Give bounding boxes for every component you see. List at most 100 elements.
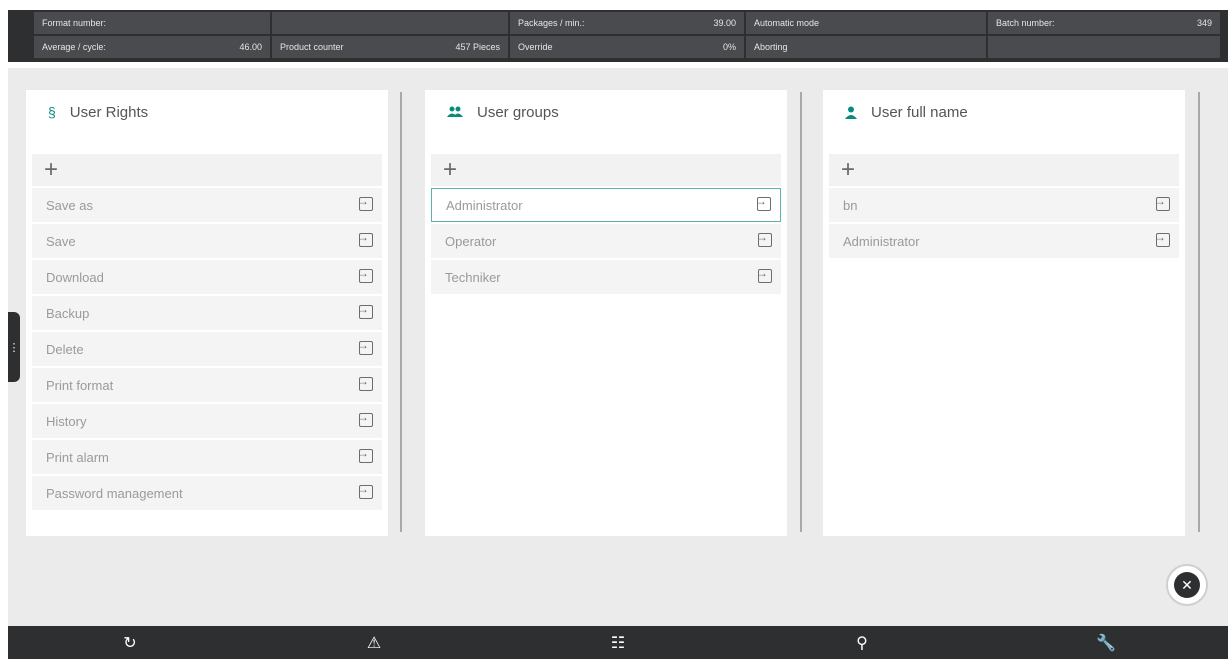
status-value: 349: [1196, 18, 1212, 28]
bottom-nav: ↻ ⚠ ☷ ⚲ 🔧: [8, 626, 1228, 659]
enter-icon[interactable]: [749, 266, 781, 286]
status-value: 0%: [722, 42, 736, 52]
nav-user-search-button[interactable]: ⚲: [740, 626, 984, 659]
list-item[interactable]: Save: [32, 224, 382, 258]
enter-icon[interactable]: [350, 338, 382, 358]
plus-icon: +: [44, 156, 59, 183]
item-label: History: [46, 413, 87, 429]
status-value: 457 Pieces: [455, 42, 500, 52]
wrench-icon: 🔧: [1096, 634, 1116, 652]
more-vertical-icon: ⋮: [8, 341, 20, 354]
list-item[interactable]: Backup: [32, 296, 382, 330]
list-item[interactable]: Techniker: [431, 260, 781, 294]
list-item[interactable]: bn: [829, 188, 1179, 222]
item-label: Print format: [46, 377, 114, 393]
users-icon: [447, 106, 463, 118]
enter-icon[interactable]: [350, 194, 382, 214]
user-groups-panel: User groups + Administrator Operator Tec…: [425, 90, 787, 536]
list-item[interactable]: Print format: [32, 368, 382, 402]
item-label: Delete: [46, 341, 84, 357]
panel-divider: [800, 92, 802, 532]
panel-divider: [1198, 92, 1200, 532]
enter-icon[interactable]: [749, 230, 781, 250]
enter-icon[interactable]: [1147, 194, 1179, 214]
list-item[interactable]: History: [32, 404, 382, 438]
nav-service-button[interactable]: 🔧: [984, 626, 1228, 659]
item-label: Operator: [445, 233, 497, 249]
item-label: Administrator: [446, 197, 523, 213]
status-aborting: Aborting: [746, 36, 986, 58]
status-empty-cell: [272, 12, 508, 34]
list-item[interactable]: Operator: [431, 224, 781, 258]
status-bar: Format number: Packages / min.: 39.00 Au…: [8, 10, 1228, 62]
status-override: Override 0%: [510, 36, 744, 58]
panel-header: § User Rights: [26, 90, 388, 134]
status-product-counter: Product counter 457 Pieces: [272, 36, 508, 58]
item-label: Download: [46, 269, 104, 285]
add-group-button[interactable]: +: [431, 154, 781, 186]
enter-icon[interactable]: [1147, 230, 1179, 250]
status-value: 39.00: [713, 18, 736, 28]
item-label: Save as: [46, 197, 93, 213]
list-item[interactable]: Download: [32, 260, 382, 294]
enter-icon[interactable]: [350, 230, 382, 250]
side-panel-handle[interactable]: ⋮: [8, 312, 20, 382]
item-label: Password management: [46, 485, 183, 501]
user-search-icon: ⚲: [856, 634, 868, 652]
status-packages-per-min: Packages / min.: 39.00: [510, 12, 744, 34]
list-item[interactable]: Delete: [32, 332, 382, 366]
enter-icon[interactable]: [350, 266, 382, 286]
sliders-icon: ☷: [610, 634, 626, 652]
section-icon: §: [48, 104, 56, 120]
list-item[interactable]: Administrator: [829, 224, 1179, 258]
status-batch-number: Batch number: 349: [988, 12, 1220, 34]
refresh-icon: ↻: [123, 634, 137, 652]
status-label: Average / cycle:: [42, 42, 106, 52]
enter-icon[interactable]: [350, 410, 382, 430]
panel-title: User Rights: [69, 103, 149, 121]
enter-icon[interactable]: [350, 446, 382, 466]
add-user-button[interactable]: +: [829, 154, 1179, 186]
panel-header: User full name: [823, 90, 1185, 134]
item-label: Backup: [46, 305, 90, 321]
panel-title: User groups: [477, 103, 559, 121]
status-value: [262, 12, 270, 34]
warning-icon: ⚠: [366, 634, 382, 652]
user-rights-panel: § User Rights + Save as Save Download Ba…: [26, 90, 388, 536]
enter-icon[interactable]: [350, 374, 382, 394]
enter-icon[interactable]: [350, 302, 382, 322]
status-label: Automatic mode: [754, 18, 820, 28]
status-mode: Automatic mode: [746, 12, 986, 34]
list-item[interactable]: Password management: [32, 476, 382, 510]
item-label: bn: [843, 197, 858, 213]
status-label: Packages / min.:: [518, 18, 585, 28]
panel-divider: [400, 92, 402, 532]
nav-settings-button[interactable]: ☷: [496, 626, 740, 659]
nav-warning-button[interactable]: ⚠: [252, 626, 496, 659]
enter-icon[interactable]: [748, 194, 780, 214]
item-label: Save: [46, 233, 76, 249]
status-label: Batch number:: [996, 18, 1055, 28]
close-button[interactable]: ✕: [1166, 564, 1208, 606]
list-item-selected[interactable]: Administrator: [431, 188, 781, 222]
item-label: Administrator: [843, 233, 920, 249]
status-label: [272, 12, 280, 34]
status-label: Aborting: [754, 42, 788, 52]
status-value: 46.00: [239, 42, 262, 52]
status-format-number: Format number:: [34, 12, 270, 34]
add-right-button[interactable]: +: [32, 154, 382, 186]
close-icon: ✕: [1174, 572, 1200, 598]
list-item[interactable]: Print alarm: [32, 440, 382, 474]
panel-header: User groups: [425, 90, 787, 134]
status-average-cycle: Average / cycle: 46.00: [34, 36, 270, 58]
nav-refresh-button[interactable]: ↻: [8, 626, 252, 659]
status-label: Override: [518, 42, 553, 52]
status-empty-cell: [988, 36, 1220, 58]
plus-icon: +: [443, 156, 458, 183]
user-full-name-panel: User full name + bn Administrator: [823, 90, 1185, 536]
user-icon: [845, 106, 857, 119]
enter-icon[interactable]: [350, 482, 382, 502]
item-label: Print alarm: [46, 449, 109, 465]
list-item[interactable]: Save as: [32, 188, 382, 222]
plus-icon: +: [841, 156, 856, 183]
